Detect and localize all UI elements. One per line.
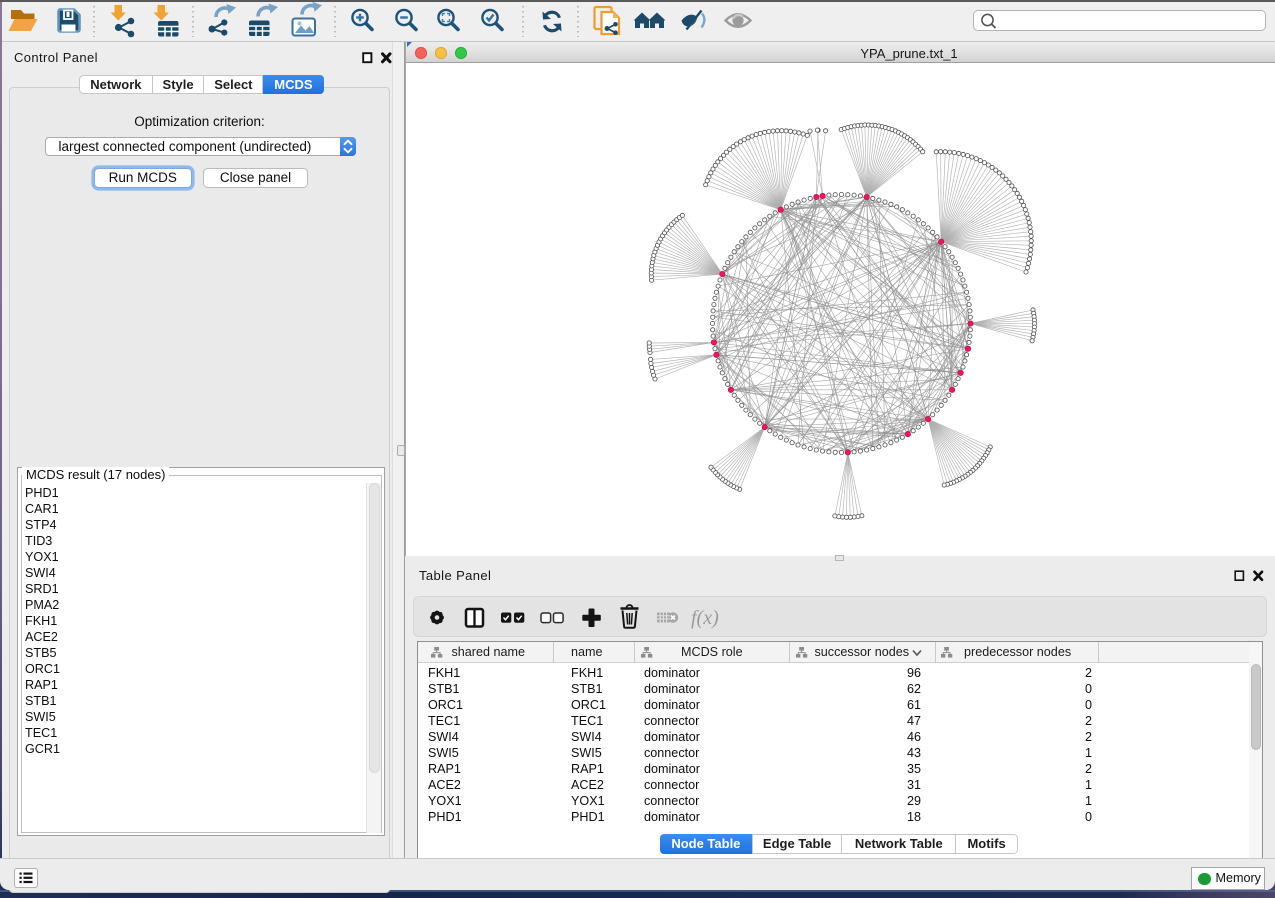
svg-text:f(x): f(x) xyxy=(691,607,719,629)
